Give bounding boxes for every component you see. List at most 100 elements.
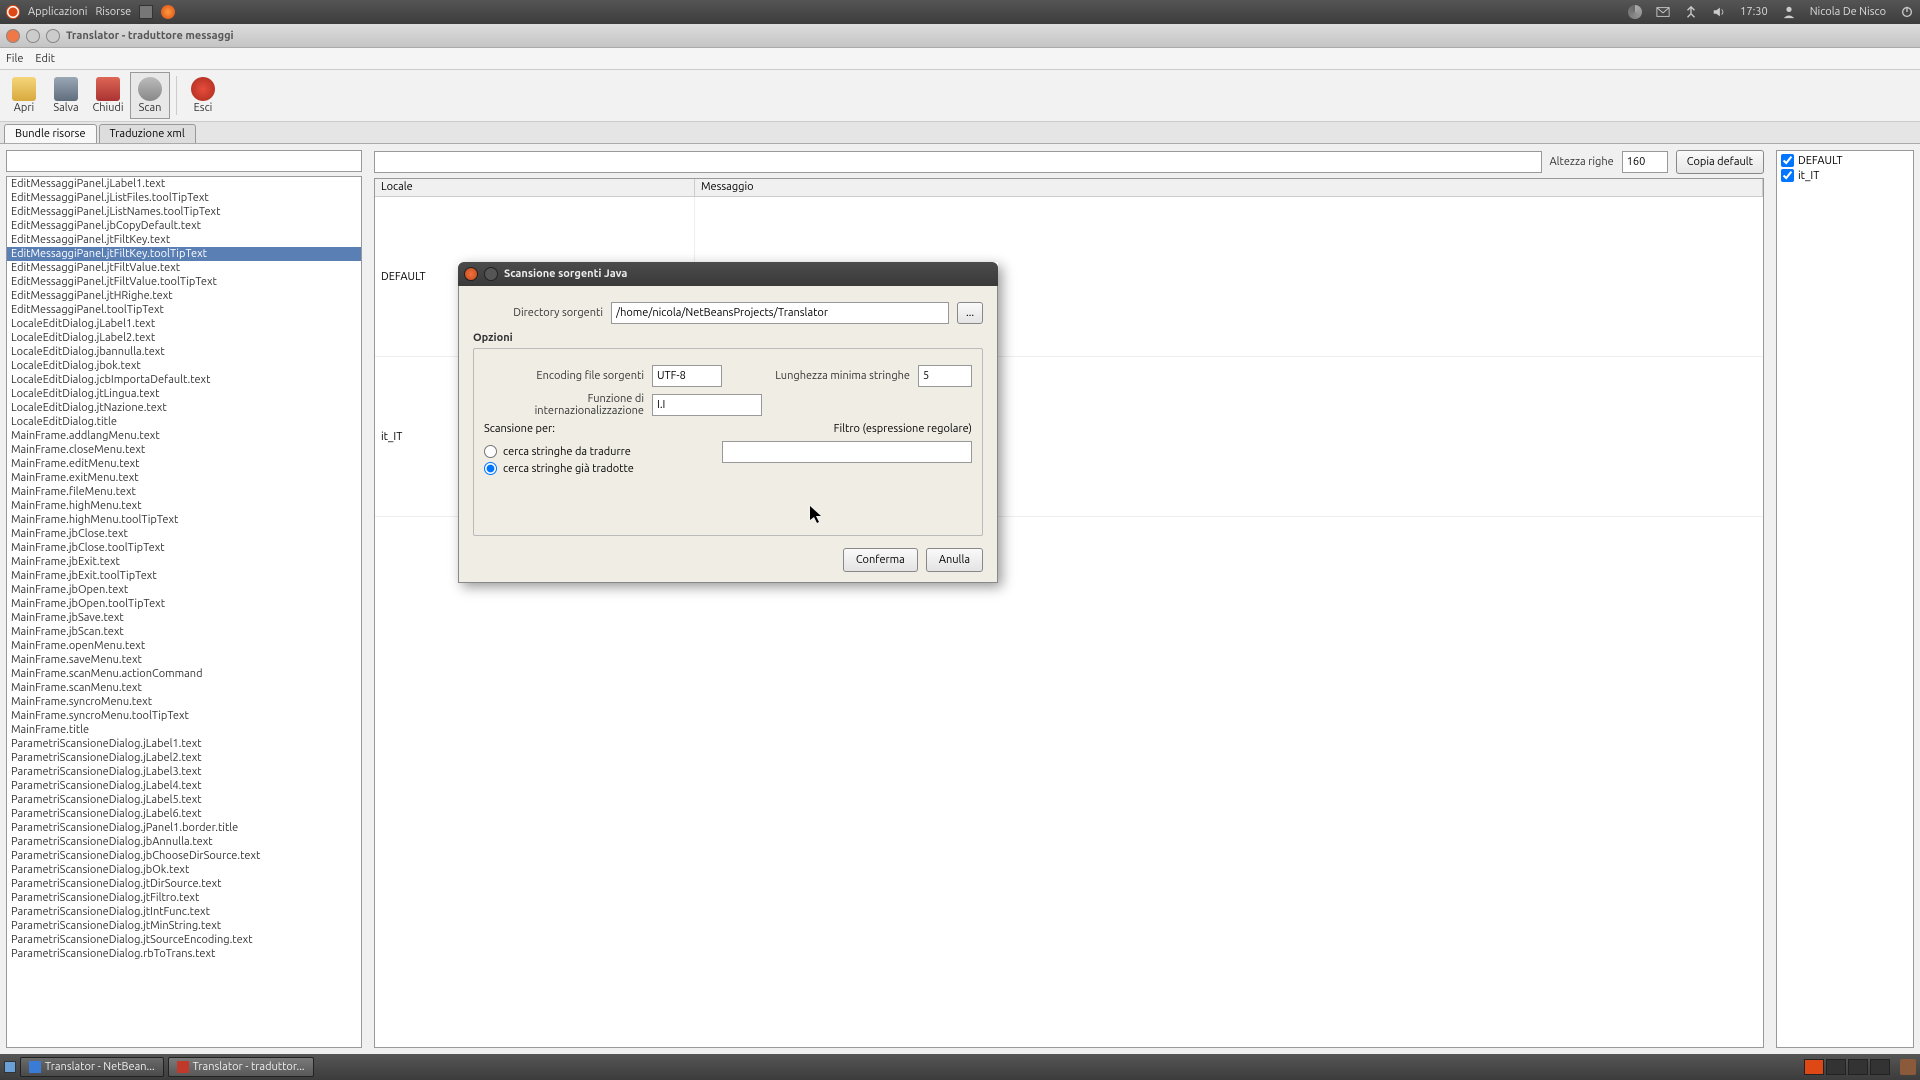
- save-button[interactable]: Salva: [46, 72, 86, 119]
- minlen-input[interactable]: [918, 365, 972, 387]
- dir-source-input[interactable]: [611, 302, 949, 324]
- list-item[interactable]: EditMessaggiPanel.jListNames.toolTipText: [7, 205, 361, 219]
- list-item[interactable]: LocaleEditDialog.jLabel2.text: [7, 331, 361, 345]
- radio-to-translate[interactable]: cerca stringhe da tradurre: [484, 445, 714, 458]
- cancel-button[interactable]: Anulla: [926, 548, 983, 572]
- list-item[interactable]: MainFrame.highMenu.text: [7, 499, 361, 513]
- list-item[interactable]: MainFrame.openMenu.text: [7, 639, 361, 653]
- list-item[interactable]: LocaleEditDialog.jbok.text: [7, 359, 361, 373]
- list-item[interactable]: EditMessaggiPanel.jtFiltValue.toolTipTex…: [7, 275, 361, 289]
- firefox-icon[interactable]: [161, 5, 175, 19]
- list-item[interactable]: MainFrame.addlangMenu.text: [7, 429, 361, 443]
- os-menu-resources[interactable]: Risorse: [95, 6, 131, 18]
- list-item[interactable]: ParametriScansioneDialog.jLabel5.text: [7, 793, 361, 807]
- list-item[interactable]: ParametriScansioneDialog.jbChooseDirSour…: [7, 849, 361, 863]
- list-item[interactable]: LocaleEditDialog.jLabel1.text: [7, 317, 361, 331]
- locale-checkbox-it[interactable]: it_IT: [1779, 168, 1911, 183]
- list-item[interactable]: MainFrame.scanMenu.text: [7, 681, 361, 695]
- list-item[interactable]: EditMessaggiPanel.jtHRighe.text: [7, 289, 361, 303]
- dialog-minimize-button[interactable]: [484, 267, 498, 281]
- keys-filter-input[interactable]: [6, 150, 362, 172]
- list-item[interactable]: ParametriScansioneDialog.jbAnnulla.text: [7, 835, 361, 849]
- volume-icon[interactable]: [1712, 5, 1726, 19]
- window-close-button[interactable]: [6, 29, 20, 43]
- col-locale-header[interactable]: Locale: [375, 179, 695, 196]
- workspace-switcher[interactable]: [1804, 1059, 1890, 1075]
- list-item[interactable]: ParametriScansioneDialog.jLabel1.text: [7, 737, 361, 751]
- list-item[interactable]: LocaleEditDialog.jcbImportaDefault.text: [7, 373, 361, 387]
- list-item[interactable]: MainFrame.exitMenu.text: [7, 471, 361, 485]
- message-search-input[interactable]: [374, 151, 1542, 173]
- menu-edit[interactable]: Edit: [35, 53, 55, 65]
- show-desktop-icon[interactable]: [4, 1061, 16, 1073]
- locale-checkbox-default[interactable]: DEFAULT: [1779, 153, 1911, 168]
- window-maximize-button[interactable]: [46, 29, 60, 43]
- list-item[interactable]: MainFrame.jbOpen.toolTipText: [7, 597, 361, 611]
- list-item[interactable]: ParametriScansioneDialog.jPanel1.border.…: [7, 821, 361, 835]
- radio-to-translate-input[interactable]: [484, 445, 497, 458]
- list-item[interactable]: EditMessaggiPanel.jtFiltKey.text: [7, 233, 361, 247]
- intfunc-input[interactable]: [652, 394, 762, 416]
- list-item[interactable]: MainFrame.jbScan.text: [7, 625, 361, 639]
- list-item[interactable]: EditMessaggiPanel.jtFiltValue.text: [7, 261, 361, 275]
- list-item[interactable]: EditMessaggiPanel.jbCopyDefault.text: [7, 219, 361, 233]
- filter-regex-input[interactable]: [722, 441, 972, 463]
- list-item[interactable]: ParametriScansioneDialog.jtSourceEncodin…: [7, 933, 361, 947]
- list-item[interactable]: ParametriScansioneDialog.jtDirSource.tex…: [7, 877, 361, 891]
- locale-default-check[interactable]: [1781, 154, 1794, 167]
- list-item[interactable]: MainFrame.syncroMenu.toolTipText: [7, 709, 361, 723]
- list-item[interactable]: ParametriScansioneDialog.jtIntFunc.text: [7, 905, 361, 919]
- workspace-2[interactable]: [1826, 1059, 1846, 1075]
- radio-translated-input[interactable]: [484, 462, 497, 475]
- trash-icon[interactable]: [1900, 1059, 1916, 1075]
- exit-button[interactable]: Esci: [183, 72, 223, 119]
- workspace-3[interactable]: [1848, 1059, 1868, 1075]
- dialog-close-button[interactable]: [464, 267, 478, 281]
- dialog-titlebar[interactable]: Scansione sorgenti Java: [458, 262, 998, 286]
- encoding-input[interactable]: [652, 365, 722, 387]
- clock[interactable]: 17:30: [1740, 6, 1768, 18]
- list-item[interactable]: MainFrame.title: [7, 723, 361, 737]
- list-item[interactable]: LocaleEditDialog.jtLingua.text: [7, 387, 361, 401]
- list-item[interactable]: MainFrame.scanMenu.actionCommand: [7, 667, 361, 681]
- confirm-button[interactable]: Conferma: [843, 548, 918, 572]
- list-item[interactable]: ParametriScansioneDialog.rbToTrans.text: [7, 947, 361, 961]
- list-item[interactable]: MainFrame.fileMenu.text: [7, 485, 361, 499]
- list-item[interactable]: EditMessaggiPanel.jLabel1.text: [7, 177, 361, 191]
- list-item[interactable]: MainFrame.jbExit.text: [7, 555, 361, 569]
- copy-default-button[interactable]: Copia default: [1676, 150, 1764, 174]
- list-item[interactable]: MainFrame.jbExit.toolTipText: [7, 569, 361, 583]
- locale-it-check[interactable]: [1781, 169, 1794, 182]
- list-item[interactable]: MainFrame.editMenu.text: [7, 457, 361, 471]
- list-item[interactable]: MainFrame.closeMenu.text: [7, 443, 361, 457]
- updates-icon[interactable]: [1684, 5, 1698, 19]
- list-item[interactable]: ParametriScansioneDialog.jLabel4.text: [7, 779, 361, 793]
- list-item[interactable]: MainFrame.saveMenu.text: [7, 653, 361, 667]
- browse-dir-button[interactable]: ...: [957, 302, 983, 324]
- menu-file[interactable]: File: [6, 53, 23, 65]
- window-minimize-button[interactable]: [26, 29, 40, 43]
- list-item[interactable]: MainFrame.jbClose.toolTipText: [7, 541, 361, 555]
- keys-list[interactable]: EditMessaggiPanel.jLabel1.text EditMessag…: [6, 176, 362, 1048]
- list-item[interactable]: ParametriScansioneDialog.jtMinString.tex…: [7, 919, 361, 933]
- close-button[interactable]: Chiudi: [88, 72, 128, 119]
- list-item[interactable]: MainFrame.jbSave.text: [7, 611, 361, 625]
- list-item[interactable]: ParametriScansioneDialog.jbOk.text: [7, 863, 361, 877]
- open-button[interactable]: Apri: [4, 72, 44, 119]
- workspace-4[interactable]: [1870, 1059, 1890, 1075]
- list-item[interactable]: ParametriScansioneDialog.jLabel6.text: [7, 807, 361, 821]
- list-item[interactable]: MainFrame.jbOpen.text: [7, 583, 361, 597]
- list-item[interactable]: EditMessaggiPanel.toolTipText: [7, 303, 361, 317]
- list-item[interactable]: EditMessaggiPanel.jtFiltKey.toolTipText: [7, 247, 361, 261]
- list-item[interactable]: ParametriScansioneDialog.jtFiltro.text: [7, 891, 361, 905]
- list-item[interactable]: MainFrame.highMenu.toolTipText: [7, 513, 361, 527]
- workspace-1[interactable]: [1804, 1059, 1824, 1075]
- list-item[interactable]: ParametriScansioneDialog.jLabel2.text: [7, 751, 361, 765]
- taskbar-item-translator[interactable]: Translator - traduttor...: [168, 1057, 314, 1077]
- list-item[interactable]: LocaleEditDialog.jbannulla.text: [7, 345, 361, 359]
- scan-button[interactable]: Scan: [130, 72, 170, 119]
- os-apps-icon[interactable]: [139, 5, 153, 19]
- list-item[interactable]: MainFrame.jbClose.text: [7, 527, 361, 541]
- taskbar-item-netbeans[interactable]: Translator - NetBean...: [20, 1057, 164, 1077]
- mail-icon[interactable]: [1656, 5, 1670, 19]
